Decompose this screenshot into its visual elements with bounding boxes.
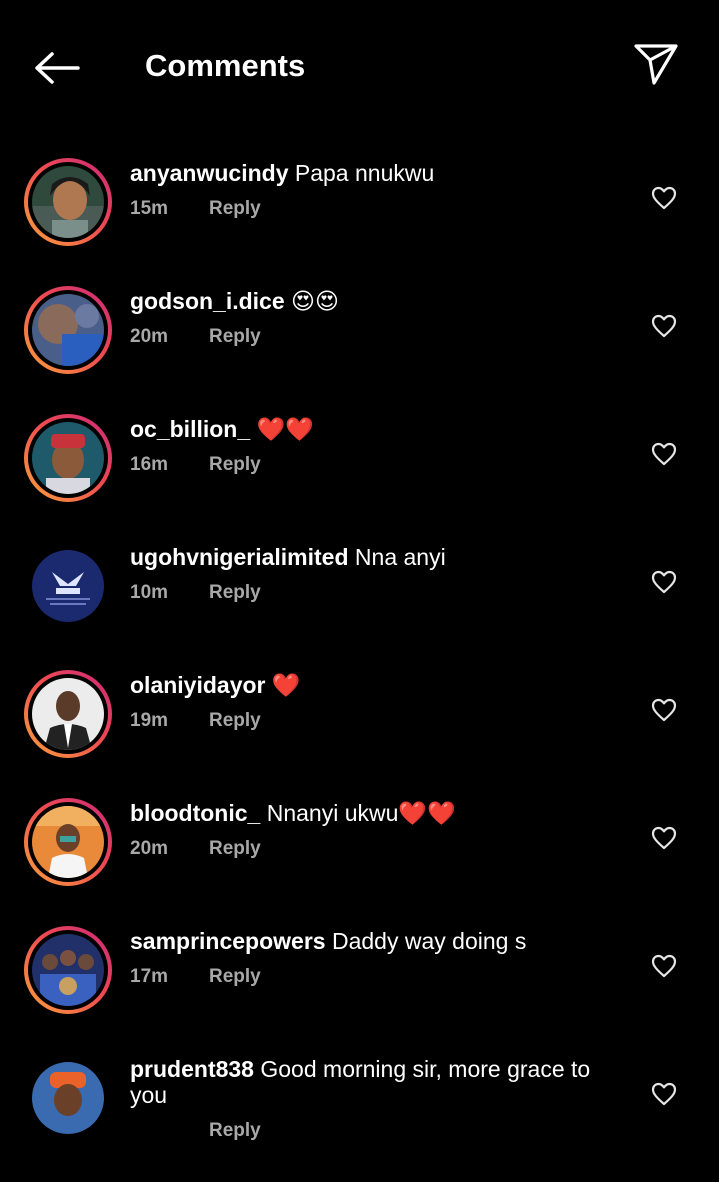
comment-time: 16m	[130, 454, 169, 475]
like-button[interactable]	[650, 440, 678, 468]
comment-row: olaniyidayor ❤️ 19m Reply	[0, 670, 719, 798]
heart-outline-icon	[651, 186, 677, 210]
avatar[interactable]	[24, 158, 112, 246]
comment-row: ugohvnigerialimited Nna anyi 10m Reply	[0, 542, 719, 670]
comment-time: 20m	[130, 838, 169, 859]
comment-time: 19m	[130, 710, 169, 731]
comment-meta: 10m Reply	[130, 582, 610, 604]
reply-button[interactable]: Reply	[209, 582, 261, 604]
comment-row: prudent838 Good morning sir, more grace …	[0, 1054, 719, 1182]
reply-button[interactable]: Reply	[209, 710, 261, 732]
heart-outline-icon	[651, 954, 677, 978]
comment-meta: 16m Reply	[130, 454, 610, 476]
avatar-image	[32, 678, 104, 750]
app-header: Comments	[0, 0, 719, 135]
comment-row: oc_billion_ ❤️❤️ 16m Reply	[0, 414, 719, 542]
comment-username[interactable]: anyanwucindy	[130, 160, 288, 186]
comment-text: Papa nnukwu	[288, 160, 435, 186]
avatar-image	[32, 166, 104, 238]
page-title: Comments	[145, 48, 306, 83]
comment-time: 20m	[130, 326, 169, 347]
reply-button[interactable]: Reply	[209, 966, 261, 988]
reply-button[interactable]: Reply	[209, 198, 261, 220]
reply-button[interactable]: Reply	[209, 454, 261, 476]
heart-outline-icon	[651, 442, 677, 466]
heart-outline-icon	[651, 826, 677, 850]
avatar[interactable]	[24, 926, 112, 1014]
comment-text: Daddy way doing s	[325, 928, 527, 954]
comment-time: 10m	[130, 582, 169, 603]
comment-username[interactable]: godson_i.dice	[130, 288, 285, 314]
heart-outline-icon	[651, 314, 677, 338]
comment-meta: 17m Reply	[130, 966, 610, 988]
avatar-image	[32, 550, 104, 622]
arrow-left-icon	[35, 52, 80, 84]
comment-text: Nnanyi ukwu❤️❤️	[260, 800, 456, 826]
back-button[interactable]	[30, 46, 82, 90]
comment-username[interactable]: olaniyidayor	[130, 672, 265, 698]
heart-outline-icon	[651, 698, 677, 722]
avatar-image	[32, 934, 104, 1006]
comment-body: prudent838 Good morning sir, more grace …	[130, 1056, 610, 1142]
heart-outline-icon	[651, 570, 677, 594]
avatar-image	[32, 806, 104, 878]
comment-meta: 15m Reply	[130, 198, 610, 220]
like-button[interactable]	[650, 568, 678, 596]
comment-text: ❤️❤️	[250, 416, 314, 442]
comment-username[interactable]: oc_billion_	[130, 416, 250, 442]
comment-time: 15m	[130, 198, 169, 219]
comment-time: 17m	[130, 966, 169, 987]
share-button[interactable]	[628, 38, 684, 90]
like-button[interactable]	[650, 696, 678, 724]
comment-text: ❤️	[265, 672, 301, 698]
avatar[interactable]	[24, 286, 112, 374]
comment-body: ugohvnigerialimited Nna anyi 10m Reply	[130, 544, 610, 604]
avatar-image	[32, 1062, 104, 1134]
avatar[interactable]	[24, 1054, 112, 1142]
comment-meta: 19m Reply	[130, 710, 610, 732]
comment-meta: 20m Reply	[130, 838, 610, 860]
comment-username[interactable]: bloodtonic_	[130, 800, 260, 826]
avatar-image	[32, 422, 104, 494]
comment-row: samprincepowers Daddy way doing s 17m Repl…	[0, 926, 719, 1054]
comment-username[interactable]: prudent838	[130, 1056, 254, 1082]
like-button[interactable]	[650, 824, 678, 852]
comment-meta: Reply	[130, 1120, 610, 1142]
comment-body: godson_i.dice 😍😍 20m Reply	[130, 288, 610, 348]
like-button[interactable]	[650, 184, 678, 212]
avatar[interactable]	[24, 670, 112, 758]
comment-row: anyanwucindy Papa nnukwu 15m Reply	[0, 158, 719, 286]
avatar[interactable]	[24, 414, 112, 502]
heart-outline-icon	[651, 1082, 677, 1106]
avatar[interactable]	[24, 542, 112, 630]
comment-text: Nna anyi	[348, 544, 446, 570]
comment-meta: 20m Reply	[130, 326, 610, 348]
comment-text: 😍😍	[284, 288, 339, 314]
comment-username[interactable]: samprincepowers	[130, 928, 326, 954]
comment-time	[130, 1120, 209, 1142]
comment-body: samprincepowers Daddy way doing s 17m Repl…	[130, 928, 610, 988]
reply-button[interactable]: Reply	[209, 326, 261, 348]
avatar-image	[32, 294, 104, 366]
avatar[interactable]	[24, 798, 112, 886]
like-button[interactable]	[650, 952, 678, 980]
comment-row: godson_i.dice 😍😍 20m Reply	[0, 286, 719, 414]
comment-body: anyanwucindy Papa nnukwu 15m Reply	[130, 160, 610, 220]
send-icon	[634, 44, 678, 85]
comment-body: bloodtonic_ Nnanyi ukwu❤️❤️ 20m Reply	[130, 800, 610, 860]
reply-button[interactable]: Reply	[209, 1120, 261, 1142]
reply-button[interactable]: Reply	[209, 838, 261, 860]
like-button[interactable]	[650, 1080, 678, 1108]
comment-body: olaniyidayor ❤️ 19m Reply	[130, 672, 610, 732]
comment-row: bloodtonic_ Nnanyi ukwu❤️❤️ 20m Reply	[0, 798, 719, 926]
like-button[interactable]	[650, 312, 678, 340]
comment-body: oc_billion_ ❤️❤️ 16m Reply	[130, 416, 610, 476]
comment-username[interactable]: ugohvnigerialimited	[130, 544, 349, 570]
